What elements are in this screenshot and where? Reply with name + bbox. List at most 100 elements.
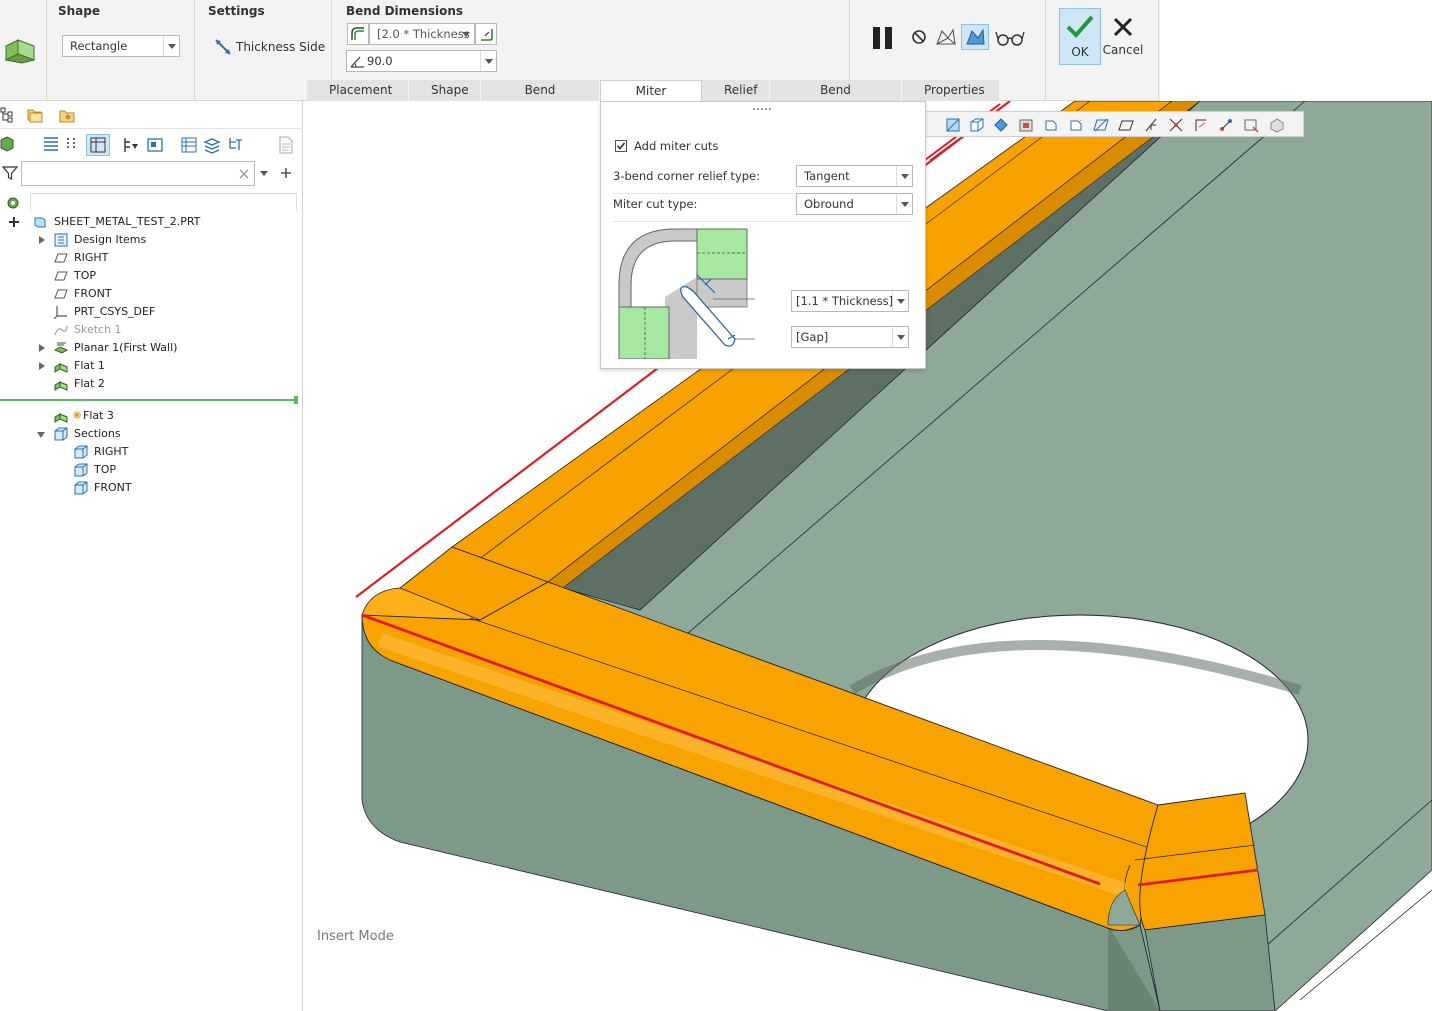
bend-angle-dropdown[interactable]: 90.0	[346, 50, 497, 72]
add-filter-icon[interactable]	[280, 167, 292, 179]
glasses-preview-button[interactable]	[995, 28, 1025, 48]
pause-button[interactable]	[870, 25, 896, 51]
tree-item-sections[interactable]: Sections	[0, 425, 300, 443]
part-display-icon[interactable]	[0, 136, 14, 152]
tree-settings-icon[interactable]	[122, 136, 140, 154]
collapse-arrow-icon[interactable]	[37, 432, 45, 438]
close-icon	[1113, 17, 1133, 37]
tree-item-top-plane[interactable]: TOP	[0, 267, 300, 285]
tab-miter-cuts[interactable]: Miter Cuts	[600, 80, 702, 118]
shape-group-title: Shape	[58, 4, 101, 18]
tab-bend-position[interactable]: Bend Position	[481, 80, 600, 117]
corner-relief-type-dropdown[interactable]: Tangent	[796, 165, 913, 187]
tree-item-section-top[interactable]: TOP	[0, 461, 300, 479]
csys-display-icon[interactable]	[1168, 117, 1184, 133]
tab-bend-allowance[interactable]: Bend Allowance	[770, 80, 902, 117]
datum-plane-display-icon[interactable]	[1093, 117, 1109, 133]
thickness-side-button[interactable]: Thickness Side	[213, 37, 325, 57]
tree-toolbar	[0, 134, 303, 156]
tab-shape[interactable]: Shape	[409, 80, 481, 101]
tree-item-section-right[interactable]: RIGHT	[0, 443, 300, 461]
show-icon[interactable]	[146, 136, 164, 154]
tree-item-planar[interactable]: Planar 1(First Wall)	[0, 339, 300, 357]
drag-handle[interactable]	[753, 108, 771, 112]
column-view-icon[interactable]	[64, 135, 82, 153]
verify-preview-button[interactable]	[961, 24, 989, 50]
layers-icon[interactable]	[203, 136, 221, 154]
ribbon-empty-area	[1160, 0, 1432, 101]
spin-center-display-icon[interactable]	[1218, 117, 1234, 133]
miter-width-value: [1.1 * Thickness]	[796, 294, 894, 308]
tree-icon	[0, 107, 13, 123]
datum-point-display-icon[interactable]	[1143, 117, 1159, 133]
filter-icon[interactable]	[2, 165, 18, 181]
render-options-icon[interactable]	[1243, 117, 1259, 133]
tree-search-input[interactable]	[21, 161, 255, 186]
tree-filter-toggle[interactable]	[86, 134, 110, 156]
list-view-icon[interactable]	[42, 135, 60, 153]
tree-item-right-plane[interactable]: RIGHT	[0, 249, 300, 267]
expand-arrow-icon[interactable]	[39, 362, 45, 370]
tree-item-label: RIGHT	[94, 445, 129, 458]
tree-item-label: FRONT	[94, 481, 132, 494]
bend-inside-outside-button[interactable]	[475, 23, 497, 45]
miter-cut-diagram	[618, 228, 755, 359]
insert-here-marker	[294, 396, 298, 404]
clear-search-icon[interactable]	[239, 169, 249, 179]
ok-button[interactable]: OK	[1059, 8, 1101, 65]
folder-browser-tab[interactable]	[26, 106, 44, 124]
flip-thickness-icon	[215, 39, 231, 55]
tree-item-design-items[interactable]: Design Items	[0, 231, 300, 249]
chevron-down-icon	[163, 36, 179, 56]
tree-item-flat-3[interactable]: Flat 3	[0, 407, 300, 425]
spin-center-icon[interactable]	[1068, 117, 1084, 133]
tab-placement[interactable]: Placement	[307, 80, 409, 101]
tree-item-flat-2[interactable]: Flat 2	[0, 375, 300, 393]
add-miter-cuts-checkbox[interactable]	[615, 140, 627, 152]
search-options-chevron-icon[interactable]	[259, 170, 269, 178]
tree-item-front-plane[interactable]: FRONT	[0, 285, 300, 303]
bend-radius-icon	[347, 23, 369, 45]
shaded-view-icon[interactable]	[993, 117, 1009, 133]
appearance-icon[interactable]	[1269, 117, 1285, 133]
bend-radius-dropdown[interactable]: [2.0 * Thickness	[369, 23, 475, 45]
miter-cut-type-value: Obround	[804, 197, 854, 211]
favorites-tab[interactable]	[58, 106, 76, 124]
expand-all-icon[interactable]	[9, 217, 19, 227]
document-icon[interactable]	[278, 136, 294, 154]
tab-properties[interactable]: Properties	[902, 80, 1000, 101]
datum-axis-display-icon[interactable]	[1118, 117, 1134, 133]
shape-type-dropdown[interactable]: Rectangle	[62, 35, 180, 57]
tree-item-label: FRONT	[74, 287, 112, 300]
expand-arrow-icon[interactable]	[39, 344, 45, 352]
tree-item-label: Flat 2	[74, 377, 105, 390]
saved-views-icon[interactable]	[1018, 117, 1034, 133]
miter-width-dropdown[interactable]: [1.1 * Thickness]	[791, 290, 909, 312]
tree-item-section-front[interactable]: FRONT	[0, 479, 300, 497]
model-tree-tab[interactable]	[0, 107, 16, 123]
tree-item-label: TOP	[94, 463, 117, 476]
orient-icon[interactable]	[1043, 117, 1059, 133]
tree-item-sketch[interactable]: Sketch 1	[0, 321, 300, 339]
tree-item-csys[interactable]: PRT_CSYS_DEF	[0, 303, 300, 321]
hierarchy-icon[interactable]	[227, 136, 245, 154]
snap-tool-icon[interactable]	[945, 117, 961, 133]
miter-gap-dropdown[interactable]: [Gap]	[791, 326, 909, 348]
expand-arrow-icon[interactable]	[39, 236, 45, 244]
tree-settings-gear-icon[interactable]	[5, 195, 21, 211]
tree-item-flat-1[interactable]: Flat 1	[0, 357, 300, 375]
checkmark-icon	[616, 142, 626, 150]
tree-item-root[interactable]: SHEET_METAL_TEST_2.PRT	[0, 213, 300, 231]
miter-cut-type-dropdown[interactable]: Obround	[796, 193, 913, 215]
columns-icon[interactable]	[180, 136, 198, 154]
annotation-display-icon[interactable]	[1193, 117, 1209, 133]
insert-here-line[interactable]	[0, 399, 298, 401]
no-preview-button[interactable]	[910, 28, 928, 46]
cancel-button[interactable]: Cancel	[1101, 8, 1145, 65]
flat-wall-icon	[54, 363, 68, 373]
tab-relief[interactable]: Relief	[702, 80, 770, 101]
add-miter-cuts-label: Add miter cuts	[634, 139, 719, 153]
cube-view-icon[interactable]	[969, 117, 985, 133]
chevron-down-icon	[896, 194, 912, 214]
geometry-preview-button[interactable]	[934, 26, 958, 48]
